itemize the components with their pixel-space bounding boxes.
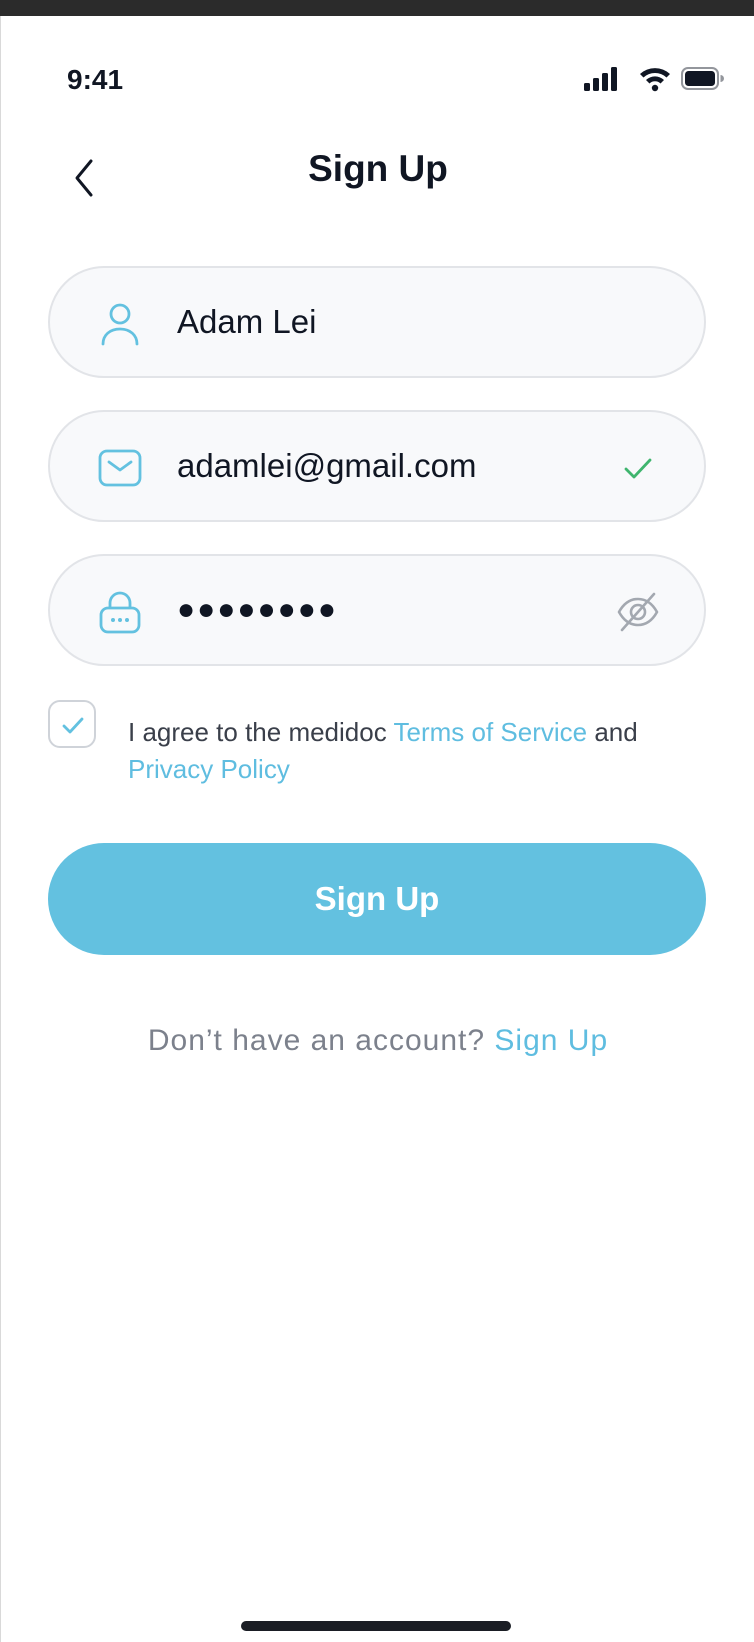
agreement-middle: and	[587, 717, 638, 747]
wifi-icon	[640, 68, 670, 92]
footer-question: Don’t have an account?	[147, 1024, 495, 1057]
email-field[interactable]: adamlei@gmail.com	[48, 410, 706, 522]
status-icons	[584, 66, 724, 92]
name-value: Adam Lei	[177, 303, 317, 340]
signal-icon	[584, 67, 617, 91]
lock-icon	[98, 590, 142, 634]
agreement-text: I agree to the medidoc Terms of Service …	[128, 714, 688, 788]
agreement-prefix: I agree to the medidoc	[128, 717, 394, 747]
battery-icon	[681, 67, 724, 90]
status-time: 9:41	[67, 64, 124, 95]
name-field[interactable]: Adam Lei	[48, 266, 706, 378]
eye-off-icon[interactable]	[616, 590, 660, 634]
password-value: ●●●●●●●●	[177, 593, 338, 626]
page-title: Sign Up	[308, 148, 448, 189]
footer-sign-up-link[interactable]: Sign Up	[494, 1024, 608, 1057]
password-field[interactable]: ●●●●●●●●	[48, 554, 706, 666]
footer-prompt: Don’t have an account? Sign Up	[1, 1024, 754, 1058]
terms-link[interactable]: Terms of Service	[393, 717, 587, 747]
agree-checkbox[interactable]	[48, 700, 96, 748]
sign-up-button[interactable]: Sign Up	[48, 843, 706, 955]
home-indicator	[241, 1621, 511, 1631]
signup-screen: 9:41 Sign Up Adam Lei adamlei@gmail.com …	[0, 16, 754, 1642]
privacy-link[interactable]: Privacy Policy	[128, 754, 290, 784]
check-icon	[616, 446, 660, 490]
email-value: adamlei@gmail.com	[177, 447, 477, 484]
check-icon	[62, 717, 84, 734]
user-icon	[98, 302, 142, 346]
mail-icon	[98, 446, 142, 490]
